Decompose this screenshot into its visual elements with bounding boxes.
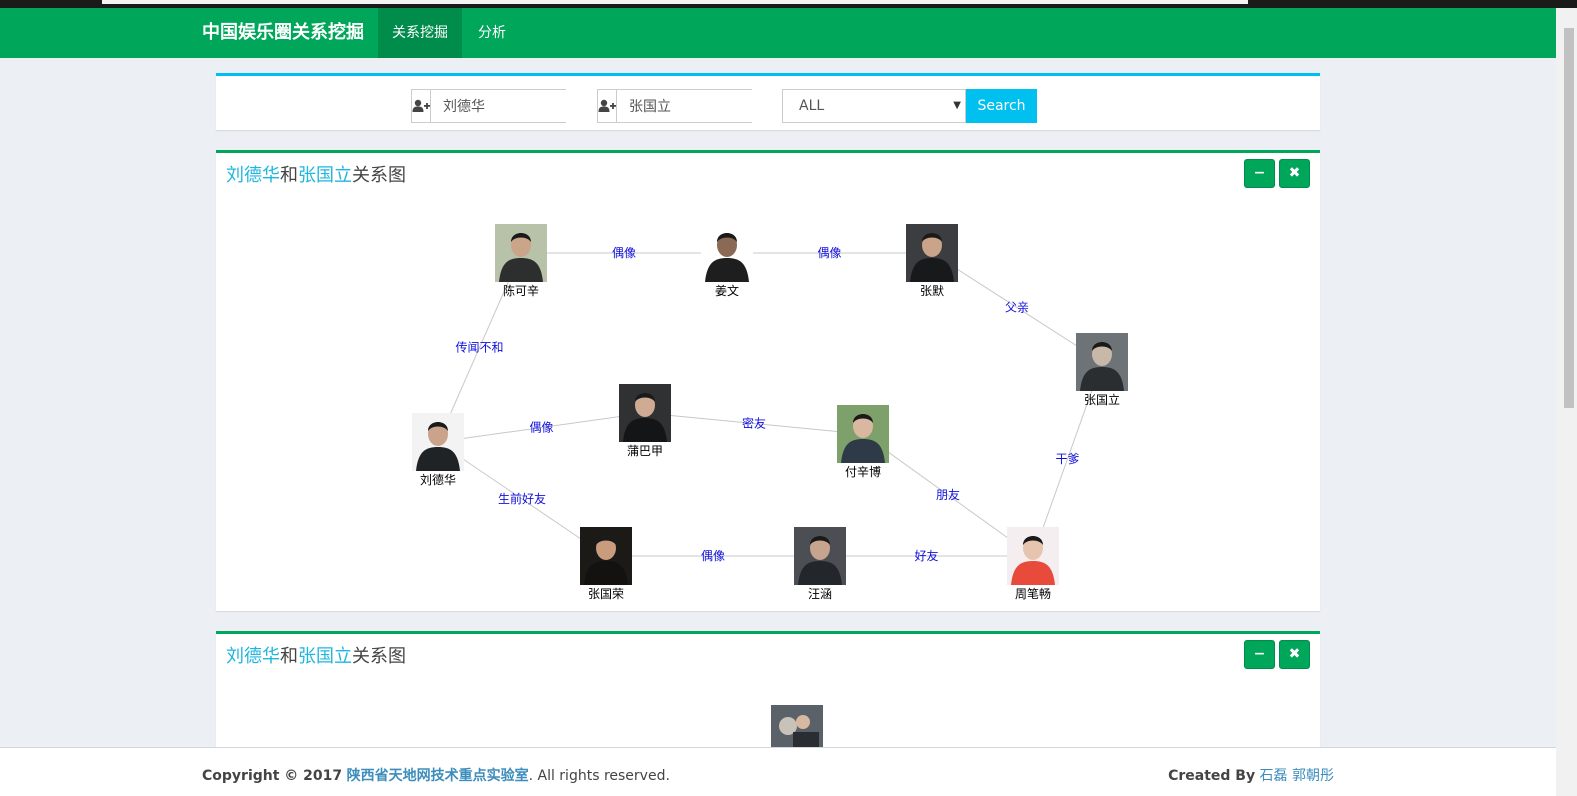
edge-label: 朋友 [936, 488, 960, 502]
graph-edge-pubajia-fuxinbo: 密友 [644, 412, 864, 435]
graph-node-zhoubichang[interactable]: 周笔畅 [1007, 527, 1059, 601]
lab-link[interactable]: 陕西省天地网技术重点实验室 [347, 768, 529, 784]
person2-input-group [597, 89, 815, 123]
brand-title[interactable]: 中国娱乐圈关系挖掘 [202, 8, 364, 58]
node-label: 张国荣 [588, 587, 624, 601]
relation-graph-panel: 刘德华和张国立关系图 − ✖ 偶像 偶像 父亲 传闻不和 偶像 密友 生前好友 朋友 干爹 偶像好… [216, 150, 1320, 611]
edge-label: 传闻不和 [455, 340, 503, 355]
graph-edge-zhangguorong-wanghan: 偶像 [606, 549, 820, 563]
node-label: 周笔畅 [1015, 586, 1051, 601]
edge-label: 生前好友 [498, 491, 546, 506]
user-plus-icon [598, 90, 617, 122]
chevron-down-icon: ▼ [953, 100, 961, 111]
nav-item-analysis[interactable]: 分析 [464, 8, 520, 58]
relation-graph[interactable]: 偶像 偶像父亲传闻不和偶像 密友生前好友 朋友干爹偶像 好友 陈可辛 姜文 张默张国立刘德华… [216, 153, 1320, 611]
graph-node-wanghan[interactable]: 汪涵 [794, 527, 846, 601]
scrollbar-thumb[interactable] [1564, 28, 1574, 408]
relation-filter-select[interactable]: ALL ▼ [782, 89, 966, 123]
nav-item-relation-mining[interactable]: 关系挖掘 [378, 8, 462, 58]
node-label: 陈可辛 [503, 283, 539, 298]
relation-filter-value: ALL [799, 98, 825, 114]
graph-node-zhangguorong[interactable]: 张国荣 [580, 527, 632, 601]
graph-node-zhangguoli[interactable]: 张国立 [1076, 333, 1128, 407]
node-label: 张国立 [1084, 392, 1120, 407]
copyright-text: Copyright © 2017 [202, 768, 343, 784]
node-label: 刘德华 [420, 472, 456, 487]
relation-graph-panel-2: 刘德华和张国立关系图 − ✖ [216, 631, 1320, 751]
footer-copyright: Copyright © 2017 陕西省天地网技术重点实验室. All righ… [202, 765, 670, 785]
node-label: 蒲巴甲 [627, 444, 663, 458]
graph-edge-wanghan-zhoubichang: 好友 [820, 549, 1033, 563]
edge-label: 好友 [914, 549, 938, 563]
node-label: 姜文 [715, 283, 739, 298]
graph-node-zhangmo[interactable]: 张默 [906, 224, 958, 298]
edge-label: 偶像 [701, 549, 725, 563]
graph-node-fuxinbo[interactable]: 付辛博 [837, 405, 889, 479]
node-label: 汪涵 [808, 587, 832, 601]
rights-text: . All rights reserved. [528, 768, 670, 784]
browser-url-bar[interactable] [102, 0, 1248, 4]
page-footer: Copyright © 2017 陕西省天地网技术重点实验室. All righ… [0, 747, 1556, 796]
node-label: 付辛博 [845, 464, 881, 479]
graph-edge-jiangwen-zhangmo: 偶像 [727, 246, 932, 260]
edge-label: 偶像 [817, 246, 841, 260]
graph-edge-zhoubichang-zhangguoli: 干爹 [1032, 361, 1103, 557]
edge-label: 偶像 [612, 246, 636, 260]
page-scrollbar[interactable] [1556, 8, 1577, 796]
person1-input-group [411, 89, 629, 123]
graph-node-pubajia[interactable]: 蒲巴甲 [619, 384, 671, 458]
relation-graph-2[interactable] [216, 634, 1320, 751]
browser-top-strip [0, 0, 1577, 8]
graph-node-liudehua[interactable]: 刘德华 [412, 413, 464, 487]
graph-node-jiangwen[interactable]: 姜文 [701, 224, 753, 298]
graph-node-photo[interactable] [771, 705, 823, 751]
edge-label: 干爹 [1055, 452, 1079, 466]
graph-edge-liudehua-pubajia: 偶像 [437, 412, 646, 443]
search-box: ALL ▼ Search [216, 73, 1320, 130]
footer-credits: Created By 石磊 郭朝彤 [1168, 765, 1334, 785]
graph-node-chenkexin[interactable]: 陈可辛 [495, 224, 547, 298]
authors-link[interactable]: 石磊 郭朝彤 [1260, 768, 1334, 784]
user-plus-icon [412, 90, 431, 122]
navbar: 中国娱乐圈关系挖掘 关系挖掘 分析 [0, 8, 1556, 58]
edge-label: 偶像 [529, 421, 553, 435]
edge-label: 父亲 [1005, 301, 1029, 315]
node-label: 张默 [920, 283, 944, 298]
graph-edge-chenkexin-jiangwen: 偶像 [521, 246, 727, 260]
edge-label: 密友 [742, 416, 766, 431]
search-button[interactable]: Search [966, 89, 1037, 123]
created-by-text: Created By [1168, 768, 1256, 784]
